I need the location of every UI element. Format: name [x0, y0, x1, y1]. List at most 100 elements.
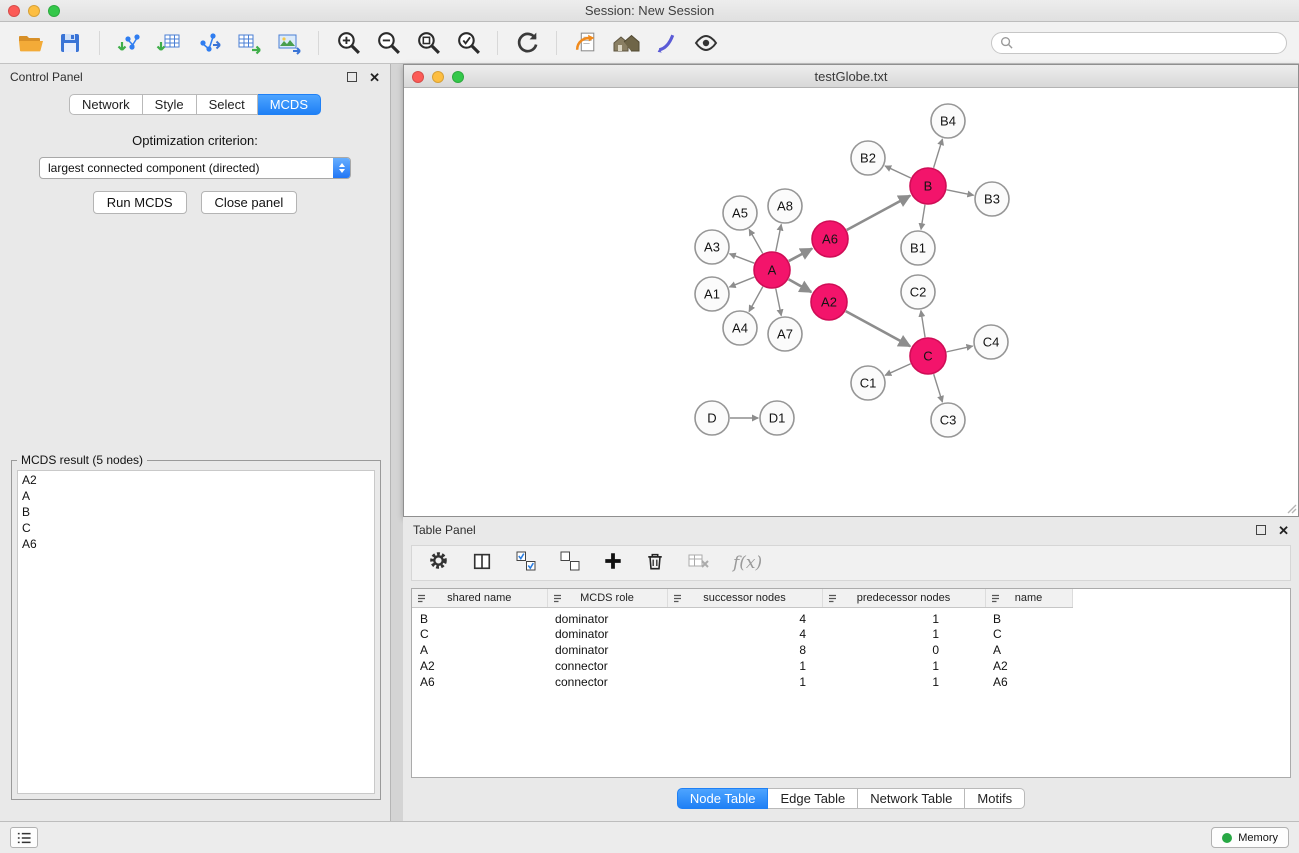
cell-mcds-role[interactable]: connector: [547, 674, 667, 690]
search-input[interactable]: [1017, 36, 1278, 50]
cell-shared-name[interactable]: B: [412, 607, 547, 626]
mcds-result-item[interactable]: B: [22, 504, 370, 520]
network-zoom-traffic-light[interactable]: [452, 71, 464, 83]
network-edge-A-A8[interactable]: [776, 224, 781, 251]
zoom-traffic-light[interactable]: [48, 5, 60, 17]
cell-name[interactable]: A2: [985, 658, 1072, 674]
network-window-titlebar[interactable]: testGlobe.txt: [404, 65, 1298, 88]
network-node-B2[interactable]: B2: [851, 141, 885, 175]
network-node-C1[interactable]: C1: [851, 366, 885, 400]
show-columns-button[interactable]: [471, 551, 493, 576]
table-row[interactable]: C dominator 4 1 C: [412, 626, 1290, 642]
cell-predecessor-nodes[interactable]: 1: [822, 658, 985, 674]
add-column-button[interactable]: [603, 551, 623, 576]
network-node-A6[interactable]: A6: [812, 221, 848, 257]
cell-predecessor-nodes[interactable]: 1: [822, 674, 985, 690]
show-graphics-details-button[interactable]: [690, 27, 722, 59]
network-node-A4[interactable]: A4: [723, 311, 757, 345]
network-node-D1[interactable]: D1: [760, 401, 794, 435]
cell-predecessor-nodes[interactable]: 1: [822, 607, 985, 626]
mcds-result-item[interactable]: A6: [22, 536, 370, 552]
table-row[interactable]: A6 connector 1 1 A6: [412, 674, 1290, 690]
zoom-fit-button[interactable]: [412, 27, 444, 59]
network-node-A7[interactable]: A7: [768, 317, 802, 351]
network-edge-A-A5[interactable]: [749, 229, 763, 253]
network-node-B4[interactable]: B4: [931, 104, 965, 138]
cell-successor-nodes[interactable]: 1: [667, 674, 822, 690]
network-node-A3[interactable]: A3: [695, 230, 729, 264]
save-session-button[interactable]: [54, 27, 86, 59]
network-edge-A6-B[interactable]: [847, 196, 910, 230]
network-edge-B-B2[interactable]: [885, 166, 911, 178]
network-node-C3[interactable]: C3: [931, 403, 965, 437]
select-all-button[interactable]: [515, 550, 537, 577]
cell-shared-name[interactable]: A2: [412, 658, 547, 674]
home-button[interactable]: [610, 27, 642, 59]
function-builder-button[interactable]: f(x): [733, 553, 762, 573]
network-edge-C-C3[interactable]: [934, 374, 943, 402]
network-node-A[interactable]: A: [754, 252, 790, 288]
cell-name[interactable]: A6: [985, 674, 1072, 690]
delete-table-button[interactable]: [687, 551, 711, 576]
table-settings-button[interactable]: [428, 550, 449, 576]
cell-predecessor-nodes[interactable]: 0: [822, 642, 985, 658]
network-edge-C-C2[interactable]: [921, 310, 925, 337]
table-row[interactable]: A2 connector 1 1 A2: [412, 658, 1290, 674]
zoom-in-button[interactable]: [332, 27, 364, 59]
network-node-B3[interactable]: B3: [975, 182, 1009, 216]
tab-network-table[interactable]: Network Table: [858, 788, 965, 809]
network-node-B[interactable]: B: [910, 168, 946, 204]
close-traffic-light[interactable]: [8, 5, 20, 17]
cell-mcds-role[interactable]: dominator: [547, 642, 667, 658]
cell-shared-name[interactable]: A6: [412, 674, 547, 690]
network-edge-C-C1[interactable]: [885, 364, 911, 376]
network-edge-A-A6[interactable]: [789, 249, 812, 261]
resize-grip[interactable]: [1285, 502, 1297, 514]
cell-shared-name[interactable]: C: [412, 626, 547, 642]
network-document-button[interactable]: [570, 27, 602, 59]
cell-shared-name[interactable]: A: [412, 642, 547, 658]
export-table-button[interactable]: [233, 27, 265, 59]
table-row[interactable]: A dominator 8 0 A: [412, 642, 1290, 658]
network-minimize-traffic-light[interactable]: [432, 71, 444, 83]
float-table-panel-button[interactable]: [1256, 525, 1266, 535]
network-edge-B-B1[interactable]: [921, 205, 925, 230]
tab-style[interactable]: Style: [143, 94, 197, 115]
open-session-button[interactable]: [14, 27, 46, 59]
tab-edge-table[interactable]: Edge Table: [768, 788, 858, 809]
network-node-B1[interactable]: B1: [901, 231, 935, 265]
run-mcds-button[interactable]: Run MCDS: [93, 191, 187, 214]
import-network-button[interactable]: [113, 27, 145, 59]
dropdown-stepper[interactable]: [333, 158, 350, 178]
network-node-A1[interactable]: A1: [695, 277, 729, 311]
deselect-all-button[interactable]: [559, 550, 581, 577]
zoom-selected-button[interactable]: [452, 27, 484, 59]
cell-successor-nodes[interactable]: 4: [667, 607, 822, 626]
network-close-traffic-light[interactable]: [412, 71, 424, 83]
cell-mcds-role[interactable]: connector: [547, 658, 667, 674]
tab-network[interactable]: Network: [69, 94, 143, 115]
memory-button[interactable]: Memory: [1211, 827, 1289, 848]
cell-successor-nodes[interactable]: 1: [667, 658, 822, 674]
network-node-A2[interactable]: A2: [811, 284, 847, 320]
column-header-shared-name[interactable]: shared name: [412, 589, 547, 607]
mcds-result-item[interactable]: C: [22, 520, 370, 536]
minimize-traffic-light[interactable]: [28, 5, 40, 17]
column-header-name[interactable]: name: [985, 589, 1072, 607]
network-node-A8[interactable]: A8: [768, 189, 802, 223]
network-edge-A-A1[interactable]: [729, 277, 754, 287]
apply-layout-button[interactable]: [511, 27, 543, 59]
export-image-button[interactable]: [273, 27, 305, 59]
network-node-C4[interactable]: C4: [974, 325, 1008, 359]
cell-name[interactable]: A: [985, 642, 1072, 658]
network-edge-A-A2[interactable]: [789, 279, 812, 292]
network-node-A5[interactable]: A5: [723, 196, 757, 230]
network-node-C2[interactable]: C2: [901, 275, 935, 309]
network-canvas[interactable]: B4B2BB3A5A8A6B1A3AC2A1A2A4A7C4CC1C3DD1: [404, 88, 1298, 515]
tab-select[interactable]: Select: [197, 94, 258, 115]
network-node-C[interactable]: C: [910, 338, 946, 374]
cell-successor-nodes[interactable]: 4: [667, 626, 822, 642]
network-edge-A-A3[interactable]: [729, 254, 754, 264]
cell-name[interactable]: B: [985, 607, 1072, 626]
zoom-out-button[interactable]: [372, 27, 404, 59]
